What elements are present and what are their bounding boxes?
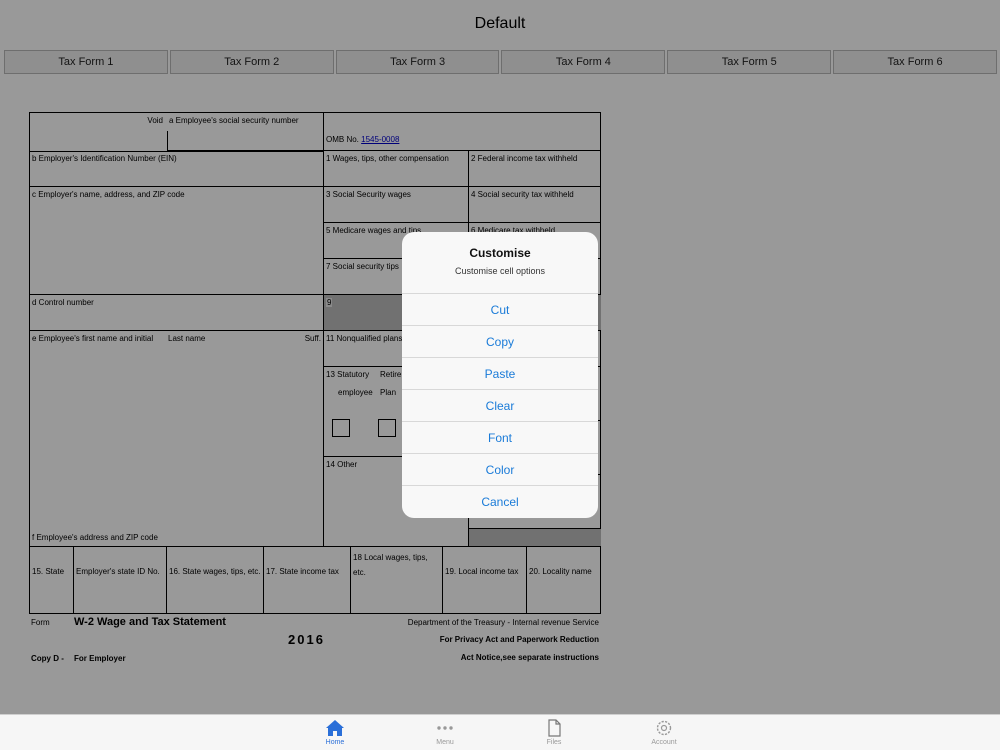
- more-icon: [437, 726, 453, 730]
- tab-account-label: Account: [651, 739, 677, 746]
- cancel-button[interactable]: Cancel: [402, 486, 598, 518]
- sheet-header: Customise Customise cell options: [402, 232, 598, 294]
- file-icon: [548, 719, 561, 737]
- font-button[interactable]: Font: [402, 422, 598, 454]
- tab-files-label: Files: [546, 739, 562, 746]
- customise-action-sheet: Customise Customise cell options Cut Cop…: [402, 232, 598, 518]
- sheet-title: Customise: [469, 246, 531, 260]
- gear-icon: [656, 720, 672, 736]
- cut-button[interactable]: Cut: [402, 294, 598, 326]
- home-icon: [326, 720, 344, 736]
- clear-button[interactable]: Clear: [402, 390, 598, 422]
- tab-files[interactable]: Files: [524, 719, 584, 746]
- tab-menu-label: Menu: [436, 739, 454, 746]
- tab-account[interactable]: Account: [634, 719, 694, 746]
- tab-home[interactable]: Home: [305, 719, 365, 746]
- sheet-subtitle: Customise cell options: [454, 266, 546, 276]
- paste-button[interactable]: Paste: [402, 358, 598, 390]
- copy-button[interactable]: Copy: [402, 326, 598, 358]
- tab-menu[interactable]: Menu: [415, 719, 475, 746]
- color-button[interactable]: Color: [402, 454, 598, 486]
- bottom-tab-bar: Home Menu Files Account: [0, 714, 1000, 750]
- tab-home-label: Home: [325, 739, 345, 746]
